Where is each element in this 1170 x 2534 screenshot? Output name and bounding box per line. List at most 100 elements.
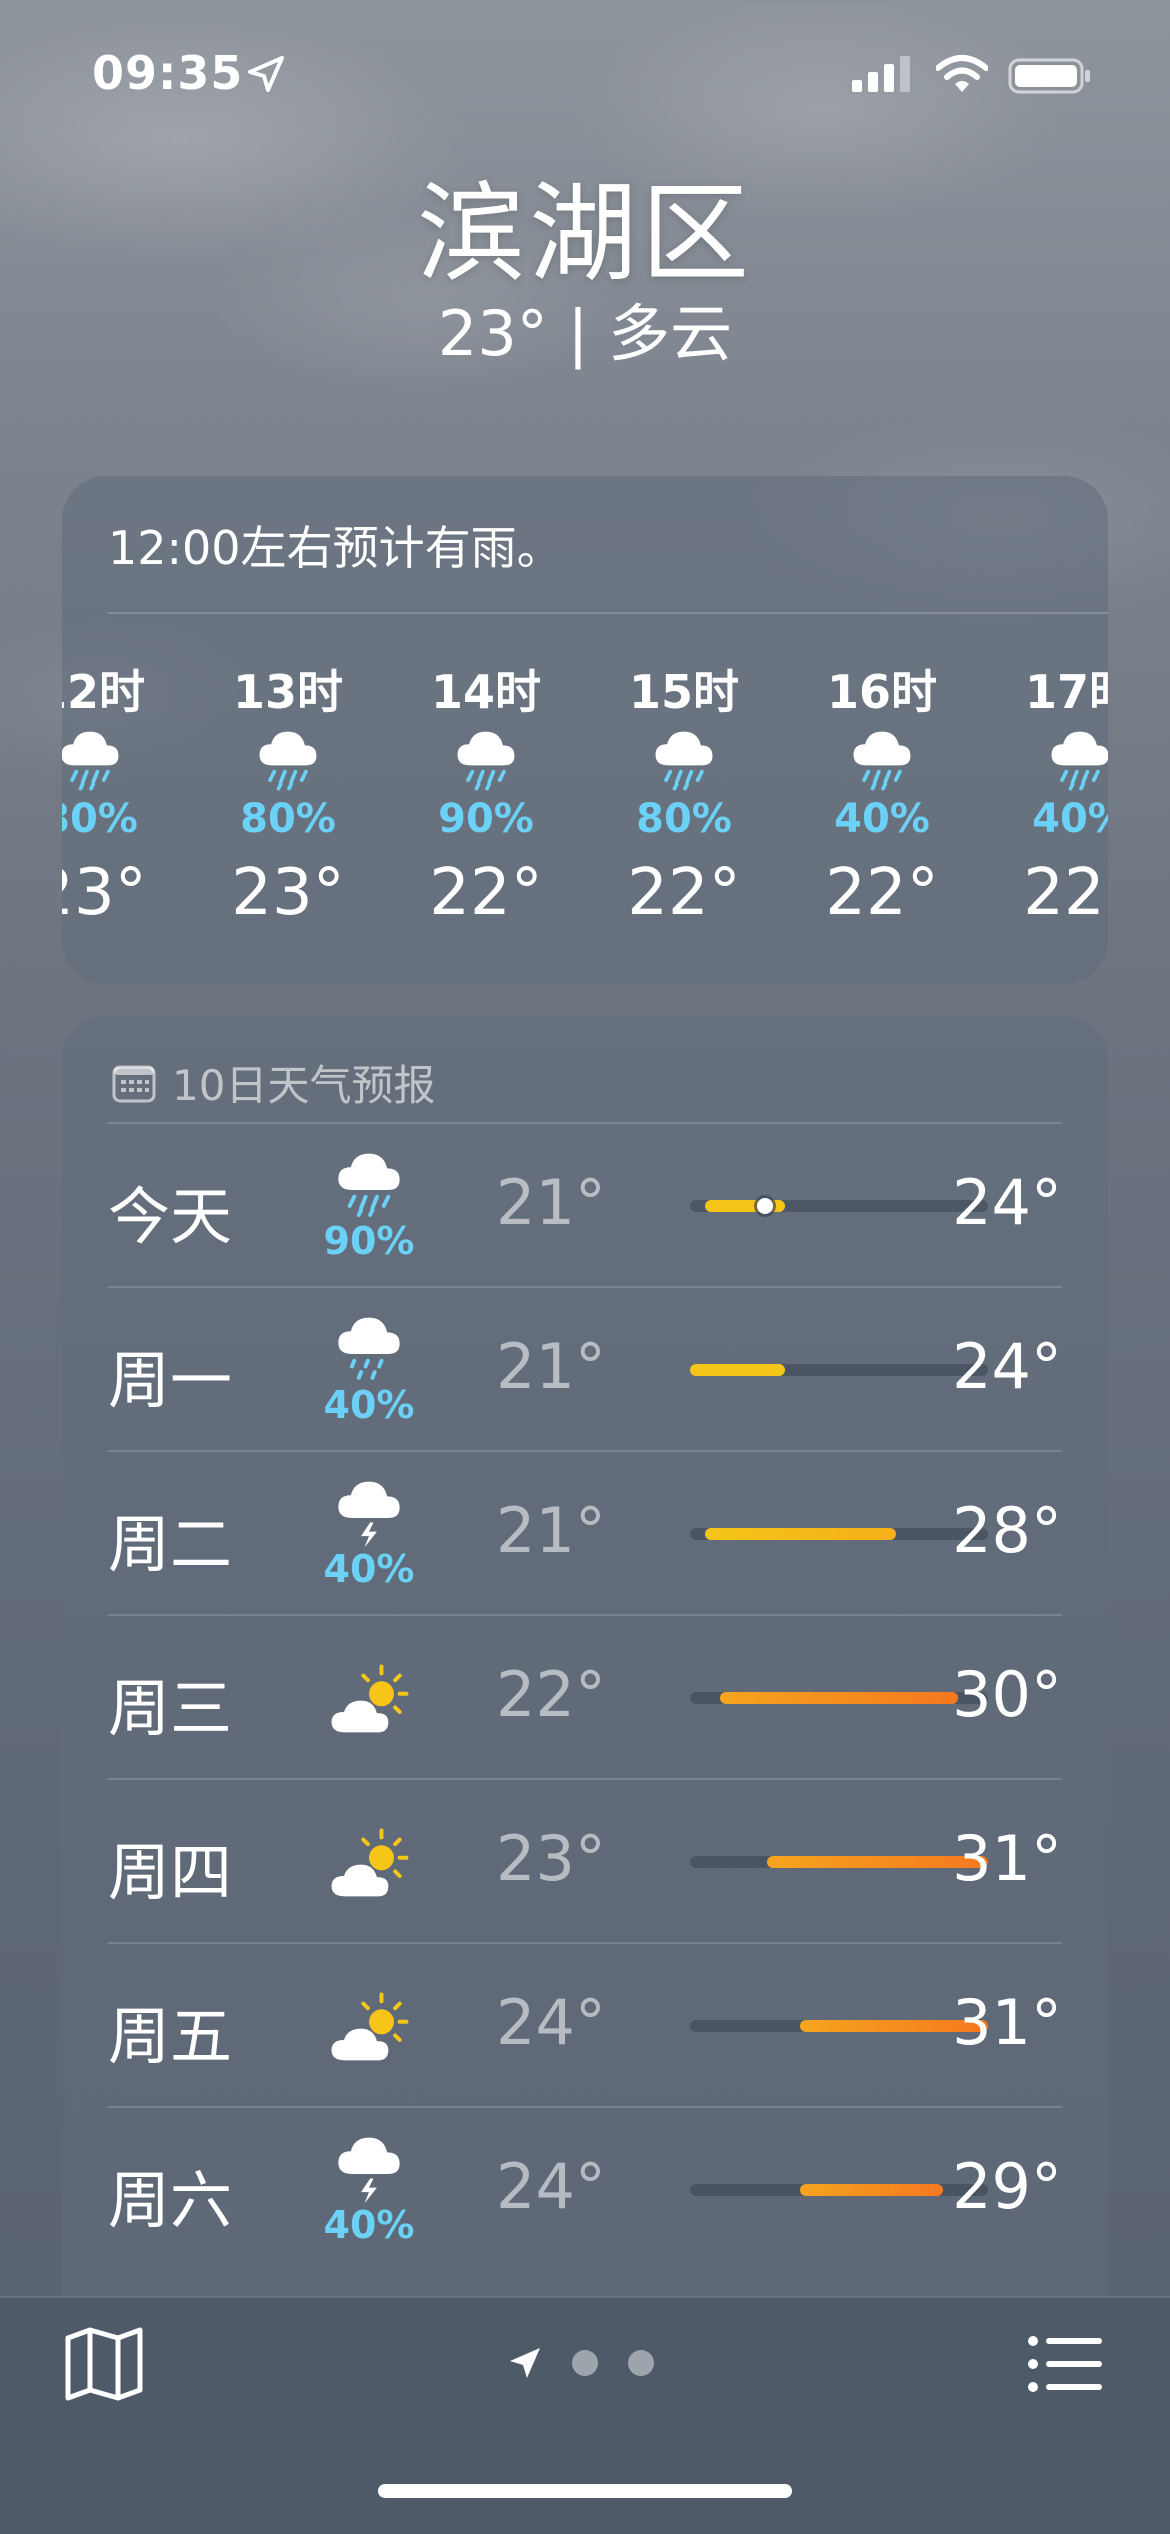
hour-label: 15时 (628, 665, 739, 719)
high-temp: 31° (952, 1822, 1062, 1895)
high-temp: 28° (952, 1494, 1062, 1567)
day-label: 周一 (108, 1344, 233, 1417)
hour-precip: 90% (438, 796, 534, 842)
daily-row[interactable]: 周二 40% 21° 28° (108, 1450, 1062, 1616)
hour-temp: 22° (429, 856, 543, 930)
day-label: 周五 (108, 2000, 233, 2073)
partly-sunny-icon (314, 1662, 424, 1745)
day-label: 周六 (108, 2164, 233, 2237)
hour-item: 15时 80% 22° (594, 656, 774, 934)
hour-label: 17时 (1024, 665, 1108, 719)
location-page-icon[interactable] (508, 2346, 542, 2380)
temp-range-fill (704, 1528, 896, 1540)
hour-temp: 22° (1023, 856, 1108, 930)
day-label: 周二 (108, 1508, 233, 1581)
low-temp: 21° (496, 1166, 606, 1239)
high-temp: 30° (952, 1658, 1062, 1731)
page-dot[interactable] (628, 2350, 654, 2376)
day-weather (314, 1662, 424, 1745)
temp-range-bar (690, 1364, 988, 1376)
temp-range-bar (690, 1856, 988, 1868)
high-temp: 24° (952, 1330, 1062, 1403)
daily-row[interactable]: 今天 90% 21° 24° (108, 1122, 1062, 1288)
hour-temp: 22° (825, 856, 939, 930)
daily-row[interactable]: 周一 40% 21° 24° (108, 1286, 1062, 1452)
hour-label: 13时 (232, 665, 343, 719)
hour-precip: 40% (1032, 796, 1108, 842)
divider (108, 612, 1108, 614)
low-temp: 22° (496, 1658, 606, 1731)
day-label: 周四 (108, 1836, 233, 1909)
temp-range-bar (690, 1692, 988, 1704)
hour-item: 16时 40% 22° (792, 656, 972, 934)
temp-range-fill (719, 1692, 959, 1704)
hour-item: 13时 80% 23° (198, 656, 378, 934)
bottom-toolbar (0, 2296, 1170, 2534)
map-icon[interactable] (64, 2326, 144, 2402)
temp-range-bar (690, 2184, 988, 2196)
status-time: 09:35 (92, 46, 244, 100)
hour-temp: 23° (231, 856, 345, 930)
temp-range-bar (690, 1198, 988, 1214)
rain-cloud-icon (198, 716, 378, 796)
hour-label: 12时 (62, 665, 145, 719)
day-precip: 40% (323, 2203, 415, 2248)
daily-row[interactable]: 周三 22° 30° (108, 1614, 1062, 1780)
hourly-forecast-card[interactable]: 12:00左右预计有雨。 12时 80% 23° 13时 80% 23° 14时 90% 22°… (62, 476, 1108, 984)
wifi-icon (936, 55, 988, 92)
day-weather: 90% (314, 1140, 424, 1263)
day-weather (314, 1826, 424, 1909)
drizzle-cloud-icon (314, 1304, 424, 1387)
hour-item: 17时 40% 22° (990, 656, 1108, 934)
hour-temp: 23° (62, 856, 147, 930)
home-indicator[interactable] (378, 2484, 792, 2498)
low-temp: 21° (496, 1494, 606, 1567)
hour-precip: 80% (62, 796, 138, 842)
hour-label: 14时 (430, 665, 541, 719)
daily-row[interactable]: 周四 23° 31° (108, 1778, 1062, 1944)
hour-temp: 22° (627, 856, 741, 930)
partly-sunny-icon (314, 1990, 424, 2073)
page-dot[interactable] (572, 2350, 598, 2376)
current-summary: 23° | 多云 (437, 297, 733, 370)
list-icon[interactable] (1028, 2336, 1104, 2392)
low-temp: 21° (496, 1330, 606, 1403)
day-label: 今天 (108, 1180, 233, 1253)
daily-forecast-card[interactable]: 10日天气预报 今天 90% 21° 24° 周一 40% 21° 24° 周二 40% 21° 28… (62, 1016, 1108, 2336)
calendar-icon (112, 1065, 156, 1102)
hour-precip: 40% (834, 796, 930, 842)
hour-item: 14时 90% 22° (396, 656, 576, 934)
hour-precip: 80% (636, 796, 732, 842)
location-arrow-icon (248, 56, 284, 92)
daily-row[interactable]: 周六 40% 24° 29° (108, 2106, 1062, 2272)
page-indicator[interactable] (508, 2346, 654, 2380)
city-name: 滨湖区 (416, 172, 753, 297)
thunder-cloud-icon (314, 2124, 424, 2207)
rain-cloud-icon (62, 716, 180, 796)
current-temp-dot (756, 1198, 773, 1214)
day-label: 周三 (108, 1672, 233, 1745)
high-temp: 29° (952, 2150, 1062, 2223)
temp-range-fill (704, 1200, 786, 1212)
rain-cloud-icon (314, 1140, 424, 1223)
daily-row[interactable]: 周五 24° 31° (108, 1942, 1062, 2108)
cellular-signal-icon (852, 56, 910, 92)
partly-sunny-icon (314, 1826, 424, 1909)
day-precip: 90% (323, 1219, 415, 1264)
low-temp: 24° (496, 1986, 606, 2059)
day-precip: 40% (323, 1383, 415, 1428)
temp-range-bar (690, 1528, 988, 1540)
hour-precip: 80% (240, 796, 336, 842)
low-temp: 24° (496, 2150, 606, 2223)
battery-icon (1008, 58, 1090, 94)
day-weather: 40% (314, 2124, 424, 2247)
day-weather: 40% (314, 1468, 424, 1591)
thunder-cloud-icon (314, 1468, 424, 1551)
high-temp: 31° (952, 1986, 1062, 2059)
daily-title-label: 10日天气预报 (172, 1061, 436, 1110)
rain-cloud-icon (990, 716, 1108, 796)
status-bar: 09:35 (0, 0, 1170, 150)
rain-cloud-icon (396, 716, 576, 796)
temp-range-fill (800, 2184, 944, 2196)
day-weather (314, 1990, 424, 2073)
